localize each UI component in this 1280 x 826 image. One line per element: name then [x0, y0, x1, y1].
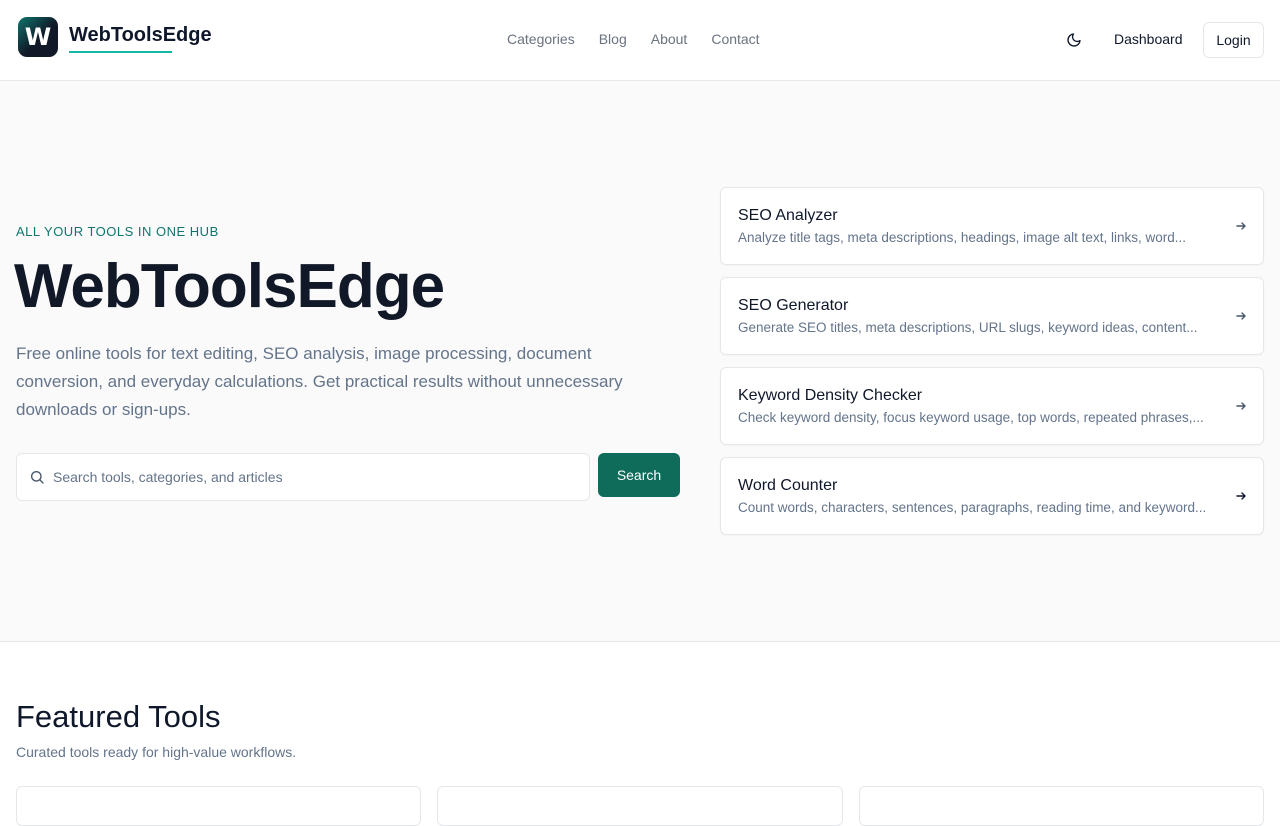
tool-name: Word Counter — [738, 477, 838, 494]
theme-toggle-button[interactable] — [1063, 29, 1085, 51]
site-header: W WebToolsEdge Categories Blog About Con… — [0, 0, 1280, 81]
tool-card-word-counter[interactable]: Word Counter Count words, characters, se… — [720, 457, 1264, 535]
tool-card-keyword-density-checker[interactable]: Keyword Density Checker Check keyword de… — [720, 367, 1264, 445]
arrow-right-icon — [1236, 402, 1246, 410]
search-box — [16, 453, 590, 501]
moon-icon — [1067, 33, 1081, 47]
main-nav: Categories Blog About Contact — [507, 31, 760, 47]
featured-card[interactable] — [437, 786, 843, 826]
hero-description: Free online tools for text editing, SEO … — [16, 344, 623, 419]
search-button[interactable]: Search — [598, 453, 680, 497]
tool-name: SEO Generator — [738, 297, 849, 314]
tool-description: Count words, characters, sentences, para… — [738, 500, 1207, 515]
hero-section: ALL YOUR TOOLS IN ONE HUB WebToolsEdge F… — [0, 81, 1280, 642]
search-input[interactable] — [53, 469, 553, 485]
hero-title: WebToolsEdge — [14, 252, 445, 321]
tool-name: Keyword Density Checker — [738, 387, 923, 404]
nav-contact[interactable]: Contact — [711, 31, 759, 47]
brand-logo[interactable]: W WebToolsEdge — [18, 17, 212, 57]
dashboard-link[interactable]: Dashboard — [1114, 31, 1183, 47]
arrow-right-icon — [1236, 492, 1246, 500]
arrow-right-icon — [1236, 312, 1246, 320]
tool-description: Analyze title tags, meta descriptions, h… — [738, 230, 1186, 245]
arrow-right-icon — [1236, 222, 1246, 230]
featured-card[interactable] — [16, 786, 421, 826]
tool-card-seo-generator[interactable]: SEO Generator Generate SEO titles, meta … — [720, 277, 1264, 355]
nav-categories[interactable]: Categories — [507, 31, 575, 47]
login-button[interactable]: Login — [1203, 22, 1264, 58]
tool-name: SEO Analyzer — [738, 207, 838, 224]
featured-tools-title: Featured Tools — [16, 699, 221, 734]
tool-card-seo-analyzer[interactable]: SEO Analyzer Analyze title tags, meta de… — [720, 187, 1264, 265]
brand-name: WebToolsEdge — [69, 24, 212, 53]
featured-tools-subtitle: Curated tools ready for high-value workf… — [16, 744, 297, 760]
featured-card[interactable] — [859, 786, 1264, 826]
tool-description: Check keyword density, focus keyword usa… — [738, 410, 1204, 425]
logo-mark: W — [18, 17, 58, 57]
nav-blog[interactable]: Blog — [599, 31, 627, 47]
nav-about[interactable]: About — [651, 31, 688, 47]
search-icon — [31, 471, 44, 484]
tool-description: Generate SEO titles, meta descriptions, … — [738, 320, 1198, 335]
hero-eyebrow: ALL YOUR TOOLS IN ONE HUB — [16, 224, 219, 239]
